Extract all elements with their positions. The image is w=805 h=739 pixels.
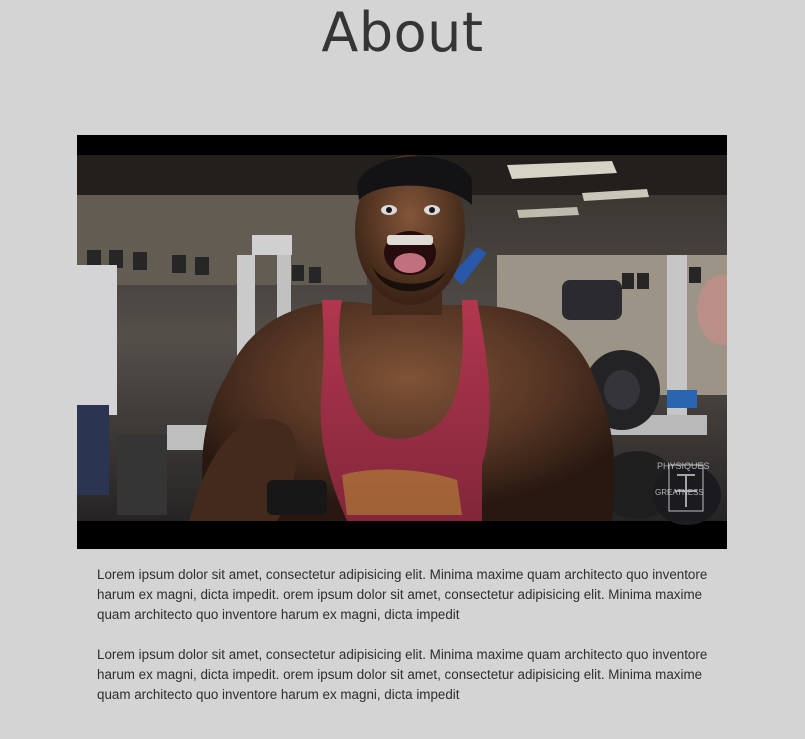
about-paragraph-1: Lorem ipsum dolor sit amet, consectetur … [97, 567, 708, 622]
about-paragraph-2: Lorem ipsum dolor sit amet, consectetur … [97, 647, 708, 702]
video-frame-image: PHYSIQUES GREATNESS [77, 135, 727, 549]
page-title: About [321, 1, 484, 64]
video-player[interactable]: PHYSIQUES GREATNESS [77, 135, 727, 549]
